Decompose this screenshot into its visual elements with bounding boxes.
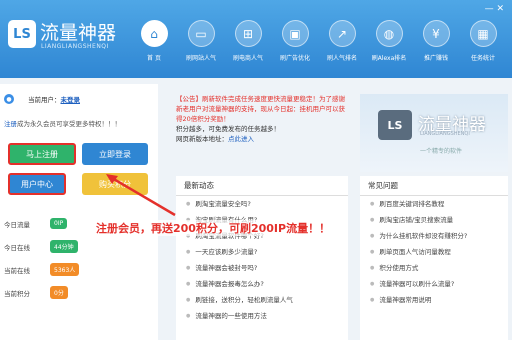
brand-banner: LS 流量神器 LIANGLIANGSHENQI 一个精专的软件	[360, 94, 508, 172]
current-user-row: ● 当前用户： 未登录	[4, 94, 80, 104]
stat-row: 今日在线 44分钟	[4, 235, 158, 258]
list-item[interactable]: 刷单页面人气访问量教程	[360, 244, 508, 260]
nav-label: 刷广告优化	[279, 55, 310, 62]
stat-row: 当前积分 0分	[4, 281, 158, 304]
window-controls[interactable]: — ✕	[485, 4, 504, 14]
home-icon: ⌂	[140, 20, 168, 47]
announcement-tag: 【公告】	[176, 95, 202, 103]
stat-value: 0分	[50, 286, 68, 299]
annotation-arrow	[106, 174, 176, 217]
nav-item-4[interactable]: ↗ 刷人气排名	[322, 20, 362, 68]
stat-label: 今日流量	[4, 220, 30, 229]
nav-label: 任务统计	[470, 55, 495, 62]
register-tip-text: 成为永久会员可享受更多特权！！！	[17, 120, 121, 128]
nav-label: 刷电商人气	[232, 55, 263, 62]
nav-item-7[interactable]: ▦ 任务统计	[463, 20, 503, 68]
announcement: 【公告】刷新软件完成任务速度更快流量更稳定！为了感谢新老用户对流量神器的支持，现…	[176, 94, 348, 144]
banner-logo: LS	[378, 110, 412, 140]
nav-label: 刷网站人气	[185, 55, 216, 62]
stat-value: 44分钟	[50, 240, 78, 253]
list-item[interactable]: 刷淘宝店铺/宝贝搜索流量	[360, 212, 508, 228]
nav-item-3[interactable]: ▣ 刷广告优化	[275, 20, 315, 68]
list-item[interactable]: 流量神器的一些使用方法	[176, 308, 348, 324]
app-title: 流量神器	[40, 22, 117, 44]
banner-subtitle: LIANGLIANGSHENQI	[420, 131, 470, 137]
nav-item-5[interactable]: ◍ 刷Alexa排名	[369, 20, 409, 68]
news-list: 刷淘宝流量安全吗?淘宝刷流量有什么用?刷淘宝流量软件哪个好?一天应该刷多少流量?…	[176, 196, 348, 324]
banner-slogan: 一个精专的软件	[420, 148, 463, 155]
stat-label: 当前在线	[4, 266, 30, 275]
stat-row: 当前在线 5363人	[4, 258, 158, 281]
list-item[interactable]: 刷淘宝流量安全吗?	[176, 196, 348, 212]
app-subtitle: LIANGLIANGSHENQI	[41, 43, 109, 50]
user-icon: ●	[4, 94, 14, 104]
stat-label: 今日在线	[4, 243, 30, 252]
promo-annotation: 注册会员，再送200积分，可刷200IP流量！！	[96, 220, 331, 236]
nav-label: 推广赚钱	[423, 55, 448, 62]
nav-item-1[interactable]: ▭ 刷网站人气	[181, 20, 221, 68]
login-button[interactable]: 立即登录	[82, 143, 148, 165]
list-item[interactable]: 刷链接，送积分，轻松刷流量人气	[176, 292, 348, 308]
current-user-label: 当前用户：	[28, 96, 61, 104]
grid-icon: ▦	[469, 20, 497, 47]
main-nav: ⌂ 首 页 ▭ 刷网站人气 ⊞ 刷电商人气 ▣ 刷广告优化 ↗ 刷人气排名 ◍ 刷Alexa排名 ¥ 推广…	[134, 20, 510, 68]
news-panel: 最新动态 刷淘宝流量安全吗?淘宝刷流量有什么用?刷淘宝流量软件哪个好?一天应该刷…	[176, 176, 348, 340]
list-item[interactable]: 流量神器会报毒怎么办?	[176, 276, 348, 292]
nav-item-6[interactable]: ¥ 推广赚钱	[416, 20, 456, 68]
announcement-line2: 积分越多，可免费发布的任务越多！	[176, 125, 280, 133]
nav-item-0[interactable]: ⌂ 首 页	[134, 20, 174, 68]
faq-title: 常见问题	[360, 176, 508, 196]
register-tip-link[interactable]: 注册	[4, 120, 17, 128]
stat-label: 当前积分	[4, 289, 30, 298]
nav-label: 首 页	[147, 55, 161, 62]
nav-label: 刷Alexa排名	[371, 55, 407, 62]
register-button[interactable]: 马上注册	[8, 143, 76, 165]
list-item[interactable]: 流量神器会被封号吗?	[176, 260, 348, 276]
announcement-line3: 网页新版本地址：	[176, 135, 228, 143]
list-item[interactable]: 一天应该刷多少流量?	[176, 244, 348, 260]
nav-item-2[interactable]: ⊞ 刷电商人气	[228, 20, 268, 68]
app-header: LS 流量神器 LIANGLIANGSHENQI — ✕ ⌂ 首 页 ▭ 刷网站人气 ⊞…	[0, 0, 512, 78]
list-item[interactable]: 刷百度关键词排名教程	[360, 196, 508, 212]
list-item[interactable]: 流量神器常用说明	[360, 292, 508, 308]
faq-panel: 常见问题 刷百度关键词排名教程刷淘宝店铺/宝贝搜索流量为什么挂机软件却没有赚积分…	[360, 176, 508, 340]
list-item[interactable]: 积分使用方式	[360, 260, 508, 276]
monitor-icon: ▭	[187, 20, 215, 47]
stat-value: 5363人	[50, 263, 80, 276]
chart-icon: ↗	[328, 20, 356, 47]
list-item[interactable]: 为什么挂机软件却没有赚积分?	[360, 228, 508, 244]
nav-label: 刷人气排名	[326, 55, 357, 62]
monitor-icon: ▣	[281, 20, 309, 47]
user-center-button[interactable]: 用户中心	[8, 173, 66, 195]
stat-value: 0IP	[50, 218, 68, 229]
new-version-link[interactable]: 点此进入	[228, 135, 254, 143]
money-icon: ¥	[422, 20, 450, 47]
globe-icon: ◍	[375, 20, 403, 47]
faq-list: 刷百度关键词排名教程刷淘宝店铺/宝贝搜索流量为什么挂机软件却没有赚积分?刷单页面…	[360, 196, 508, 308]
cart-icon: ⊞	[234, 20, 262, 47]
list-item[interactable]: 流量神器可以刷什么流量?	[360, 276, 508, 292]
news-title: 最新动态	[176, 176, 348, 196]
register-tip: 注册成为永久会员可享受更多特权！！！	[4, 118, 121, 128]
app-logo: LS	[8, 20, 36, 48]
login-status-link[interactable]: 未登录	[61, 94, 81, 104]
